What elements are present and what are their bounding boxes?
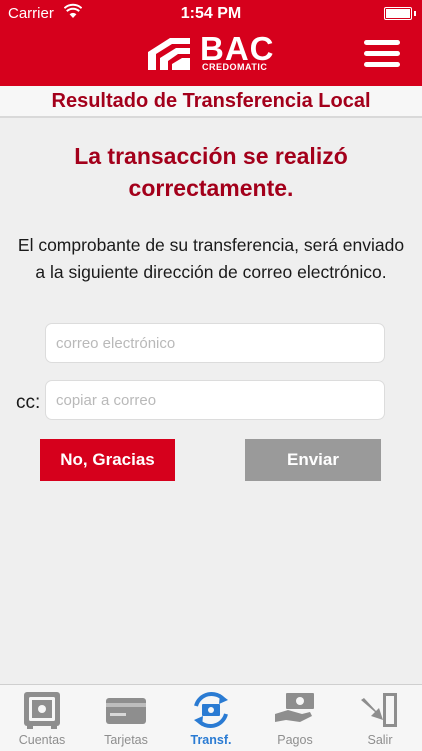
tab-label: Cuentas — [18, 733, 66, 747]
tab-transf[interactable]: Transf. — [169, 685, 253, 751]
status-bar: Carrier 1:54 PM — [0, 0, 422, 28]
tab-label: Pagos — [277, 733, 313, 747]
payment-icon — [275, 693, 314, 722]
page-title: Resultado de Transferencia Local — [51, 90, 371, 112]
cc-email-input[interactable] — [45, 380, 385, 420]
bac-logo-mark-icon — [148, 38, 190, 70]
success-headline: La transacción se realizó correctamente. — [74, 143, 348, 201]
page-title-bar: Resultado de Transferencia Local — [0, 86, 422, 118]
tab-bar: Cuentas Tarjetas Transf. Pagos Salir — [0, 684, 422, 751]
tab-pagos[interactable]: Pagos — [253, 685, 337, 751]
tab-label: Salir — [367, 733, 393, 747]
transfer-icon — [194, 692, 228, 728]
exit-icon — [361, 693, 397, 727]
tab-label: Tarjetas — [104, 733, 148, 747]
bac-logo: BAC CREDOMATIC — [146, 30, 278, 74]
email-input[interactable] — [45, 323, 385, 363]
tab-cuentas[interactable]: Cuentas — [0, 685, 84, 751]
menu-icon[interactable] — [364, 40, 400, 68]
tab-label: Transf. — [190, 733, 232, 747]
status-time: 1:54 PM — [180, 5, 242, 22]
cc-label: cc: — [16, 392, 41, 413]
brand-subtitle: CREDOMATIC — [202, 62, 268, 72]
safe-icon — [24, 692, 60, 729]
no-thanks-button[interactable]: No, Gracias — [40, 439, 175, 481]
receipt-info-text: El comprobante de su transferencia, será… — [17, 235, 405, 282]
send-button[interactable]: Enviar — [245, 439, 381, 481]
battery-icon — [384, 7, 416, 20]
app-header: Carrier 1:54 PM BAC CREDOMATIC — [0, 0, 422, 86]
card-icon — [106, 698, 146, 724]
tab-tarjetas[interactable]: Tarjetas — [84, 685, 168, 751]
tab-salir[interactable]: Salir — [338, 685, 422, 751]
